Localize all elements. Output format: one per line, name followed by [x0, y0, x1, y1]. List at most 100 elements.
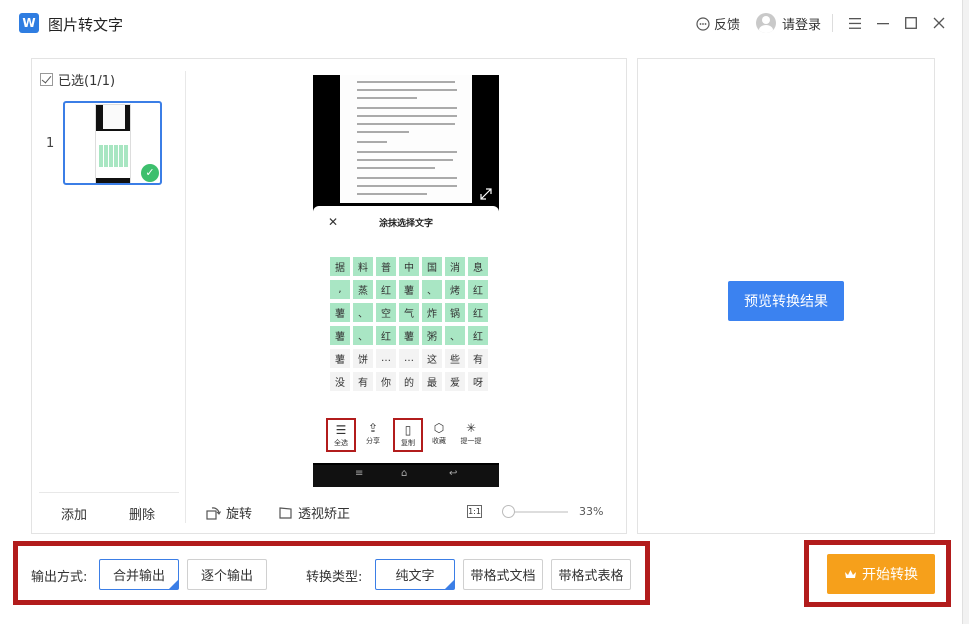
title-bar: W 图片转文字 反馈 请登录 [0, 0, 969, 48]
character-cell: 饼 [353, 349, 373, 368]
check-icon: ✓ [141, 164, 159, 182]
character-cell: 普 [376, 257, 396, 276]
character-cell: 薯 [399, 326, 419, 345]
phone-navbar: ≡ ⌂ ↩ [313, 465, 499, 487]
avatar [756, 13, 776, 33]
character-cell: 薯 [399, 280, 419, 299]
app-logo: W [19, 13, 39, 33]
character-cell: 气 [399, 303, 419, 322]
copy-action: ▯ 复制 [393, 418, 423, 452]
thumbnail-image [95, 104, 131, 183]
character-cell: 据 [330, 257, 350, 276]
perspective-label: 透视矫正 [298, 507, 351, 522]
maximize-button[interactable] [901, 12, 921, 34]
divider [39, 492, 179, 493]
titlebar-divider [832, 14, 833, 32]
rotate-icon [206, 506, 221, 520]
checkbox-icon [40, 73, 53, 86]
sheet-actions: ☰ 全选 ⇪ 分享 ▯ 复制 ⬡ 收藏 ✳ 提一提 [313, 418, 499, 458]
character-cell: 中 [399, 257, 419, 276]
expand-icon[interactable] [480, 188, 492, 200]
add-button[interactable]: 添加 [61, 504, 87, 523]
single-output-button[interactable]: 逐个输出 [187, 559, 267, 590]
image-preview: ✕ 涂抹选择文字 据料普中国消息, 蒸红薯、烤红薯、空气炸锅红薯、红薯粥、红薯饼…… [313, 75, 499, 487]
character-cell: 爱 [445, 372, 465, 391]
character-cell: 红 [376, 326, 396, 345]
character-cell: 红 [468, 280, 488, 299]
close-button[interactable] [929, 12, 949, 34]
character-cell: 国 [422, 257, 442, 276]
character-cell: 你 [376, 372, 396, 391]
character-cell: 消 [445, 257, 465, 276]
actual-size-icon[interactable]: 1:1 [467, 505, 482, 518]
preview-result-button[interactable]: 预览转换结果 [728, 281, 844, 321]
thumbnail-item[interactable]: ✓ [63, 101, 162, 185]
sheet-title: 涂抹选择文字 [378, 219, 433, 229]
character-cell: … [376, 349, 396, 368]
zoom-slider-track[interactable] [506, 511, 568, 513]
close-icon [933, 17, 945, 29]
character-cell: 息 [468, 257, 488, 276]
character-cell: 炸 [422, 303, 442, 322]
character-cell: 、 [422, 280, 442, 299]
character-row: 薯、红薯粥、红 [330, 326, 488, 345]
character-cell: 有 [353, 372, 373, 391]
menu-button[interactable] [845, 12, 865, 34]
character-cell: 粥 [422, 326, 442, 345]
character-row: 没有你的最爱呀 [330, 372, 488, 391]
login-label: 请登录 [782, 17, 822, 33]
character-cell: 薯 [330, 349, 350, 368]
character-row: 据料普中国消息 [330, 257, 488, 276]
delete-button[interactable]: 删除 [129, 504, 155, 523]
select-all-action: ☰ 全选 [326, 418, 356, 452]
zoom-level: 33% [579, 505, 604, 518]
plain-text-button[interactable]: 纯文字 [375, 559, 455, 590]
minimize-icon [877, 23, 889, 25]
merge-output-button[interactable]: 合并输出 [99, 559, 179, 590]
character-grid: 据料普中国消息, 蒸红薯、烤红薯、空气炸锅红薯、红薯粥、红薯饼…… 这些有没有你的最… [330, 257, 488, 395]
rotate-button[interactable]: 旋转 [206, 503, 252, 522]
zoom-slider-handle[interactable] [502, 505, 515, 518]
maximize-icon [905, 17, 917, 29]
divider [185, 71, 186, 523]
character-cell: 、 [353, 326, 373, 345]
character-cell: 有 [468, 349, 488, 368]
extract-action: ✳ 提一提 [460, 421, 482, 445]
formatted-table-button[interactable]: 带格式表格 [551, 559, 631, 590]
character-cell: 锅 [445, 303, 465, 322]
feedback-button[interactable]: 反馈 [696, 14, 740, 33]
start-convert-button[interactable]: 开始转换 [827, 554, 935, 594]
favorite-action: ⬡ 收藏 [432, 421, 446, 445]
share-action: ⇪ 分享 [366, 421, 380, 445]
start-convert-label: 开始转换 [862, 567, 918, 583]
perspective-correction-button[interactable]: 透视矫正 [278, 503, 350, 522]
login-button[interactable]: 请登录 [756, 13, 821, 33]
window-edge [962, 0, 969, 624]
character-cell: 呀 [468, 372, 488, 391]
character-cell: 红 [468, 303, 488, 322]
character-cell: , [330, 280, 350, 299]
character-cell: 这 [422, 349, 442, 368]
formatted-document-button[interactable]: 带格式文档 [463, 559, 543, 590]
character-cell: 的 [399, 372, 419, 391]
feedback-label: 反馈 [714, 18, 741, 33]
character-cell: … [399, 349, 419, 368]
minimize-button[interactable] [873, 12, 893, 34]
character-cell: 蒸 [353, 280, 373, 299]
feedback-icon [696, 16, 710, 31]
select-all-checkbox[interactable]: 已选(1/1) [40, 70, 115, 89]
output-mode-label: 输出方式: [31, 570, 88, 585]
selected-count-label: 已选(1/1) [58, 74, 116, 89]
selection-sheet: ✕ 涂抹选择文字 据料普中国消息, 蒸红薯、烤红薯、空气炸锅红薯、红薯粥、红薯饼…… [313, 206, 499, 463]
rotate-label: 旋转 [226, 507, 253, 522]
convert-type-label: 转换类型: [306, 570, 363, 585]
character-cell: 薯 [330, 326, 350, 345]
character-cell: 最 [422, 372, 442, 391]
menu-icon [849, 17, 861, 29]
perspective-icon [279, 506, 292, 519]
character-cell: 些 [445, 349, 465, 368]
character-row: 薯饼…… 这些有 [330, 349, 488, 368]
character-cell: 、 [353, 303, 373, 322]
character-row: , 蒸红薯、烤红 [330, 280, 488, 299]
character-cell: 没 [330, 372, 350, 391]
